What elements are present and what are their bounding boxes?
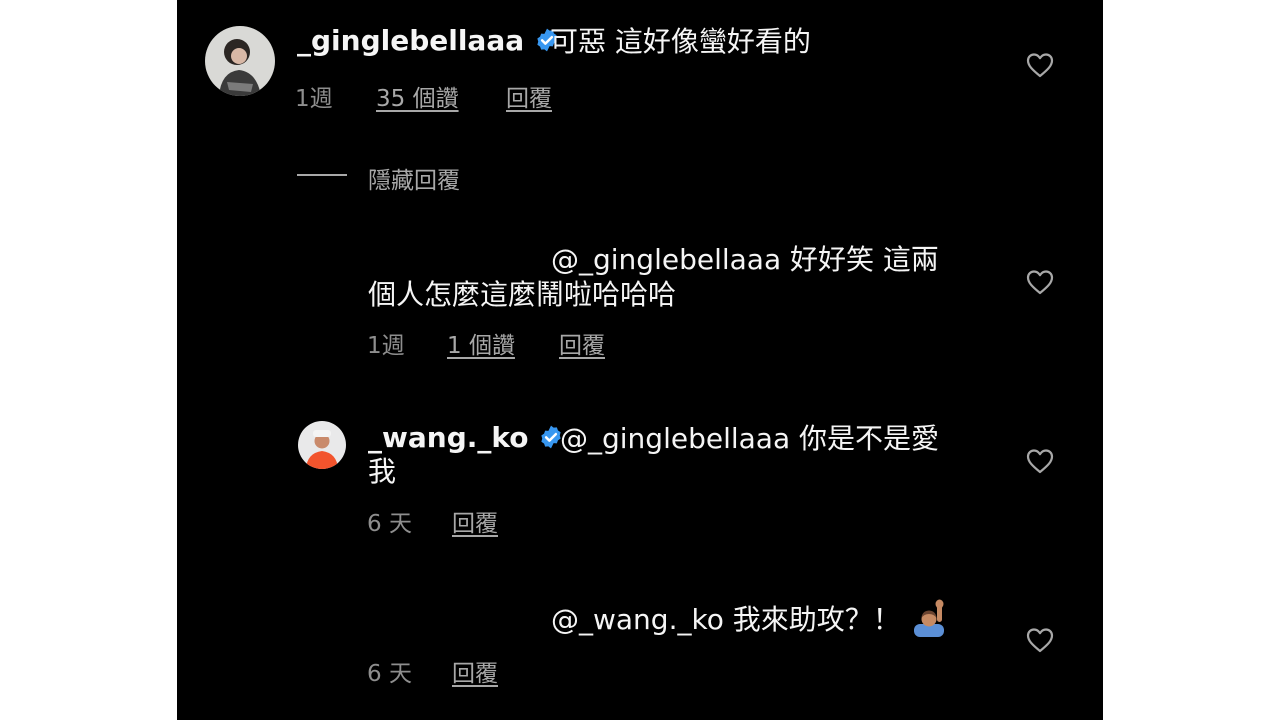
- heart-icon[interactable]: [1026, 269, 1054, 295]
- reply-text-line1: @_ginglebellaaa 你是不是愛: [560, 422, 940, 455]
- comments-screen: _ginglebellaaa 可惡 這好像蠻好看的 1週 35 個讚 回覆 隱藏…: [177, 0, 1103, 720]
- reply-text-line1: @_ginglebellaaa 好好笑 這兩: [551, 243, 939, 276]
- avatar-ginglebellaaa[interactable]: [205, 26, 275, 96]
- heart-icon[interactable]: [1026, 52, 1054, 78]
- comment-username[interactable]: _ginglebellaaa: [297, 24, 560, 57]
- avatar-wang-ko[interactable]: [298, 421, 346, 469]
- reply-button[interactable]: 回覆: [452, 654, 498, 688]
- likes-count-link[interactable]: 35 個讚: [376, 79, 459, 113]
- heart-icon[interactable]: [1026, 627, 1054, 653]
- reply-time: 1週: [367, 333, 405, 359]
- comment-text: 可惡 這好像蠻好看的: [550, 25, 811, 58]
- reply-text-line2: 我: [368, 455, 397, 488]
- reply-time: 6 天: [367, 661, 412, 687]
- reply-text-line2: 個人怎麼這麼鬧啦哈哈哈: [368, 278, 677, 311]
- reply-button[interactable]: 回覆: [559, 326, 605, 360]
- hide-replies-line: [297, 174, 347, 176]
- reply-username[interactable]: _wang._ko: [368, 421, 564, 454]
- hide-replies-button[interactable]: 隱藏回覆: [368, 161, 460, 195]
- comment-time: 1週: [295, 86, 333, 112]
- reply-text-line1: @_wang._ko 我來助攻？！: [551, 599, 946, 637]
- reply-button[interactable]: 回覆: [452, 504, 498, 538]
- person-raising-hand-icon: [913, 599, 944, 637]
- reply-button[interactable]: 回覆: [506, 79, 552, 113]
- heart-icon[interactable]: [1026, 448, 1054, 474]
- reply-time: 6 天: [367, 511, 412, 537]
- likes-count-link[interactable]: 1 個讚: [447, 326, 515, 360]
